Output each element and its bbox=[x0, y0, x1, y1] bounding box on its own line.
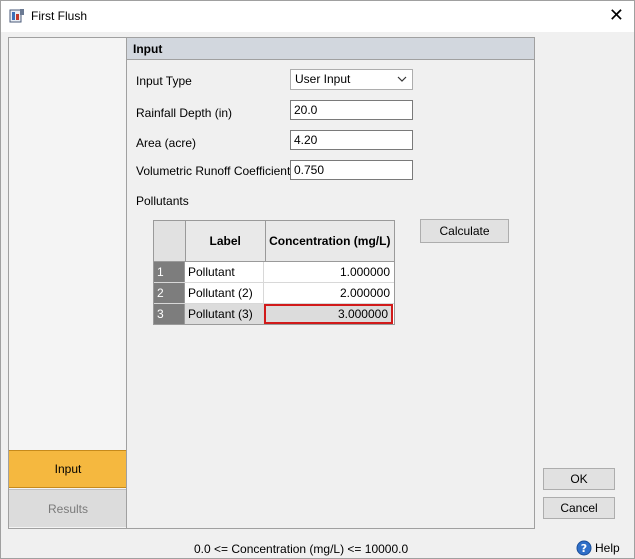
table-row: 3 Pollutant (3) 3.000000 bbox=[154, 304, 394, 324]
column-header-concentration[interactable]: Concentration (mg/L) bbox=[266, 221, 394, 261]
section-title: Input bbox=[127, 38, 534, 60]
pollutant-label-cell[interactable]: Pollutant bbox=[185, 262, 264, 282]
table-corner bbox=[154, 221, 186, 261]
app-icon bbox=[9, 9, 24, 23]
input-type-value: User Input bbox=[295, 72, 351, 86]
concentration-cell[interactable]: 2.000000 bbox=[264, 283, 393, 303]
area-label: Area (acre) bbox=[136, 136, 197, 150]
input-panel: Input Input Type User Input Rainfall Dep… bbox=[126, 37, 535, 529]
pollutant-label-cell[interactable]: Pollutant (3) bbox=[185, 304, 264, 324]
input-type-select[interactable]: User Input bbox=[290, 69, 413, 90]
help-link[interactable]: ? Help bbox=[576, 540, 620, 556]
nav-input-button[interactable]: Input bbox=[9, 450, 127, 488]
nav-results-button[interactable]: Results bbox=[9, 489, 127, 527]
pollutants-table: Label Concentration (mg/L) 1 Pollutant 1… bbox=[153, 220, 395, 325]
calculate-button[interactable]: Calculate bbox=[420, 219, 509, 243]
status-message: 0.0 <= Concentration (mg/L) <= 10000.0 bbox=[194, 542, 409, 556]
cancel-button[interactable]: Cancel bbox=[543, 497, 615, 519]
input-type-label: Input Type bbox=[136, 74, 192, 88]
table-row: 2 Pollutant (2) 2.000000 bbox=[154, 283, 394, 304]
concentration-cell[interactable]: 1.000000 bbox=[264, 262, 393, 282]
ok-button[interactable]: OK bbox=[543, 468, 615, 490]
row-number[interactable]: 3 bbox=[154, 304, 185, 324]
row-number[interactable]: 1 bbox=[154, 262, 185, 282]
table-header: Label Concentration (mg/L) bbox=[154, 221, 394, 262]
window-title: First Flush bbox=[31, 9, 88, 23]
chevron-down-icon bbox=[397, 76, 407, 82]
runoff-coefficient-label: Volumetric Runoff Coefficient bbox=[136, 164, 291, 178]
runoff-coefficient-field[interactable]: 0.750 bbox=[290, 160, 413, 180]
svg-text:?: ? bbox=[581, 542, 587, 555]
column-header-label[interactable]: Label bbox=[186, 221, 266, 261]
close-icon[interactable]: ✕ bbox=[609, 5, 624, 25]
rainfall-depth-label: Rainfall Depth (in) bbox=[136, 106, 233, 120]
concentration-cell-active[interactable]: 3.000000 bbox=[264, 304, 393, 324]
help-label: Help bbox=[595, 541, 620, 555]
pollutants-label: Pollutants bbox=[136, 194, 189, 208]
area-field[interactable]: 4.20 bbox=[290, 130, 413, 150]
navigation-panel: Input Results bbox=[8, 37, 128, 529]
table-row: 1 Pollutant 1.000000 bbox=[154, 262, 394, 283]
help-icon: ? bbox=[576, 540, 592, 556]
row-number[interactable]: 2 bbox=[154, 283, 185, 303]
dialog-window: First Flush ✕ Input Results Input Input … bbox=[0, 0, 635, 559]
pollutant-label-cell[interactable]: Pollutant (2) bbox=[185, 283, 264, 303]
title-bar: First Flush ✕ bbox=[1, 1, 634, 32]
rainfall-depth-field[interactable]: 20.0 bbox=[290, 100, 413, 120]
